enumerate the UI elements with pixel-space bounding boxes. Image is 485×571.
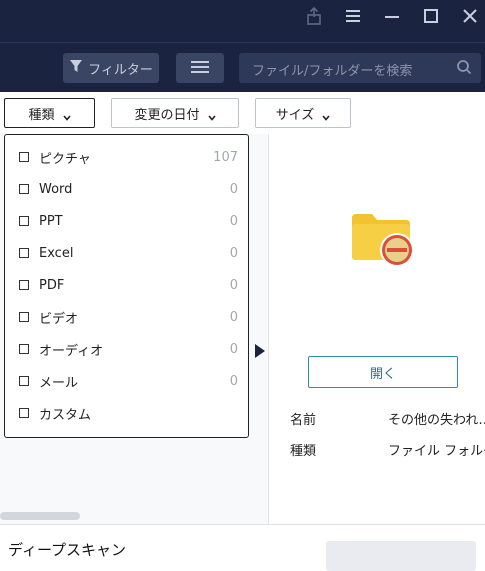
menu-item-label: PPT bbox=[39, 213, 63, 229]
filter-button-label: フィルター bbox=[88, 62, 153, 78]
collapse-arrow-icon[interactable] bbox=[254, 343, 266, 359]
menu-item-mail[interactable]: メール 0 bbox=[5, 366, 248, 396]
hamburger-menu-icon[interactable] bbox=[335, 0, 371, 32]
chevron-down-icon bbox=[62, 110, 71, 121]
menu-item-count: 0 bbox=[229, 213, 238, 229]
menu-item-custom[interactable]: カスタム bbox=[5, 398, 248, 428]
menu-item-count: 0 bbox=[229, 181, 238, 197]
share-icon[interactable] bbox=[296, 0, 332, 32]
checkbox[interactable] bbox=[19, 376, 29, 386]
maximize-icon[interactable] bbox=[413, 0, 449, 32]
open-button[interactable]: 開く bbox=[308, 356, 458, 388]
search-input[interactable]: ファイル/フォルダーを検索 bbox=[239, 53, 481, 83]
filter-funnel-icon bbox=[69, 59, 83, 77]
minimize-icon[interactable] bbox=[374, 0, 410, 32]
menu-item-label: ピクチャ bbox=[39, 151, 91, 167]
modified-date-filter-dropdown[interactable]: 変更の日付 bbox=[111, 98, 239, 128]
modified-date-filter-label: 変更の日付 bbox=[134, 107, 200, 123]
menu-item-count: 0 bbox=[229, 341, 238, 357]
menu-item-count: 0 bbox=[229, 373, 238, 389]
menu-item-ppt[interactable]: PPT 0 bbox=[5, 206, 248, 236]
search-icon[interactable] bbox=[456, 59, 472, 79]
checkbox[interactable] bbox=[19, 312, 29, 322]
folder-remove-icon bbox=[350, 212, 416, 274]
checkbox[interactable] bbox=[19, 152, 29, 162]
checkbox[interactable] bbox=[19, 408, 29, 418]
menu-item-audio[interactable]: オーディオ 0 bbox=[5, 334, 248, 364]
checkbox[interactable] bbox=[19, 184, 29, 194]
list-view-button[interactable] bbox=[176, 53, 224, 83]
type-filter-label: 種類 bbox=[28, 107, 55, 123]
checkbox[interactable] bbox=[19, 248, 29, 258]
menu-item-picture[interactable]: ピクチャ 107 bbox=[5, 142, 248, 172]
menu-item-label: オーディオ bbox=[39, 343, 104, 359]
menu-item-count: 0 bbox=[229, 277, 238, 293]
menu-item-video[interactable]: ビデオ 0 bbox=[5, 302, 248, 332]
menu-item-excel[interactable]: Excel 0 bbox=[5, 238, 248, 268]
details-pane: 開く 名前 その他の失われ… 種類 ファイル フォルダー bbox=[268, 134, 485, 524]
close-icon[interactable] bbox=[452, 0, 485, 32]
menu-item-label: カスタム bbox=[39, 407, 92, 423]
menu-item-count: 107 bbox=[213, 149, 238, 165]
menu-item-word[interactable]: Word 0 bbox=[5, 174, 248, 204]
menu-item-label: メール bbox=[39, 375, 79, 391]
menu-item-count: 0 bbox=[229, 309, 238, 325]
title-bar bbox=[0, 0, 485, 42]
deep-scan-label: ディープスキャン bbox=[8, 541, 127, 559]
list-icon bbox=[191, 59, 209, 78]
menu-item-count: 0 bbox=[229, 245, 238, 261]
menu-item-label: ビデオ bbox=[39, 311, 79, 327]
bottom-bar: ディープスキャン bbox=[0, 524, 485, 571]
chevron-down-icon bbox=[207, 110, 216, 121]
checkbox[interactable] bbox=[19, 216, 29, 226]
open-button-label: 開く bbox=[369, 366, 396, 382]
size-filter-dropdown[interactable]: サイズ bbox=[255, 98, 351, 128]
horizontal-scrollbar[interactable] bbox=[0, 512, 80, 520]
menu-item-label: Excel bbox=[39, 245, 74, 261]
filter-bar: 種類 変更の日付 サイズ bbox=[0, 92, 485, 134]
chevron-down-icon bbox=[322, 110, 330, 121]
name-value: その他の失われ… bbox=[388, 413, 485, 428]
menu-item-label: Word bbox=[39, 181, 73, 197]
filter-button[interactable]: フィルター bbox=[63, 53, 159, 83]
type-value: ファイル フォルダー bbox=[388, 444, 485, 459]
name-key: 名前 bbox=[290, 413, 317, 428]
menu-item-pdf[interactable]: PDF 0 bbox=[5, 270, 248, 300]
type-key: 種類 bbox=[290, 444, 317, 459]
recover-button[interactable] bbox=[326, 541, 476, 571]
search-placeholder: ファイル/フォルダーを検索 bbox=[252, 64, 413, 79]
size-filter-label: サイズ bbox=[275, 107, 315, 123]
checkbox[interactable] bbox=[19, 280, 29, 290]
toolbar: フィルター ファイル/フォルダーを検索 bbox=[0, 42, 485, 93]
checkbox[interactable] bbox=[19, 344, 29, 354]
type-filter-dropdown[interactable]: 種類 bbox=[4, 98, 95, 128]
type-filter-menu: ピクチャ 107 Word 0 PPT 0 Excel 0 PDF 0 ビデオ … bbox=[4, 134, 249, 438]
menu-item-label: PDF bbox=[39, 277, 65, 293]
